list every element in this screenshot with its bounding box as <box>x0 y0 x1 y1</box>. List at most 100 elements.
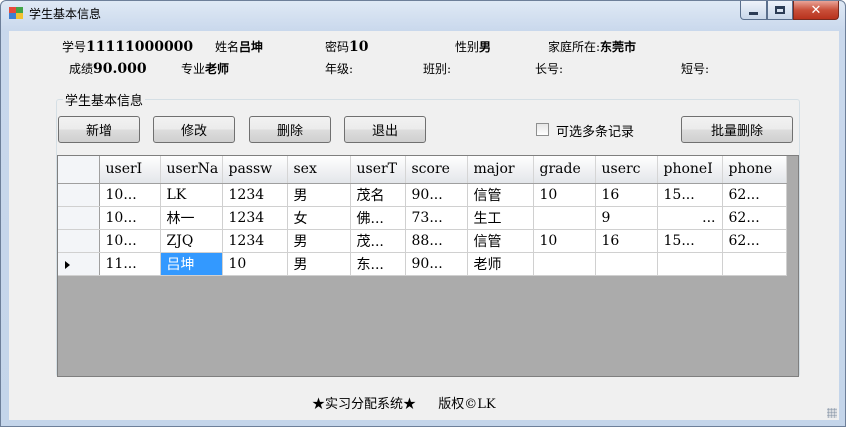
table-cell[interactable]: 1234 <box>222 206 288 230</box>
grid-corner-header[interactable] <box>58 156 100 184</box>
row-header[interactable] <box>58 229 100 253</box>
grid-table: userI userNa passw sex userT score major… <box>58 156 787 276</box>
column-header[interactable]: userc <box>595 156 658 184</box>
class-label: 班别: <box>423 62 452 76</box>
table-cell[interactable]: 10 <box>533 183 596 207</box>
close-icon: ✕ <box>810 2 822 18</box>
main-window: 学生基本信息 ✕ 学号11111000000 姓名吕坤 密码10 性别男 家庭所… <box>0 0 846 427</box>
maximize-button[interactable] <box>767 1 793 20</box>
delete-button[interactable]: 删除 <box>249 116 331 143</box>
table-cell[interactable]: 信管 <box>467 229 534 253</box>
table-cell[interactable]: 16 <box>595 229 658 253</box>
table-cell[interactable]: 10... <box>99 206 161 230</box>
table-cell[interactable]: 男 <box>287 229 351 253</box>
multi-select-label[interactable]: 可选多条记录 <box>556 121 634 140</box>
address-label: 家庭所在: <box>548 40 601 54</box>
column-header[interactable]: major <box>467 156 534 184</box>
column-header[interactable]: phone <box>722 156 787 184</box>
table-cell[interactable]: 林一 <box>160 206 223 230</box>
footer-copyright: 版权©LK <box>438 397 496 412</box>
table-cell[interactable]: ... <box>657 206 723 230</box>
major-field: 专业老师 <box>181 60 229 77</box>
grade-label: 年级: <box>325 62 354 76</box>
multi-select-checkbox[interactable] <box>536 123 549 136</box>
table-cell[interactable]: 16 <box>595 183 658 207</box>
resize-grip[interactable] <box>827 408 837 418</box>
table-cell[interactable] <box>533 252 596 276</box>
student-data-grid[interactable]: userI userNa passw sex userT score major… <box>57 155 799 377</box>
table-cell[interactable]: 62... <box>722 206 787 230</box>
table-cell[interactable]: 73... <box>405 206 468 230</box>
row-header-current[interactable] <box>58 252 100 276</box>
table-row[interactable]: 10... ZJQ 1234 男 茂... 88... 信管 10 16 15.… <box>58 229 787 253</box>
table-cell[interactable]: 10... <box>99 183 161 207</box>
table-cell[interactable]: 90... <box>405 252 468 276</box>
table-cell[interactable]: 佛... <box>350 206 406 230</box>
row-header[interactable] <box>58 183 100 207</box>
column-header[interactable]: userNa <box>160 156 223 184</box>
table-cell[interactable]: 信管 <box>467 183 534 207</box>
column-header[interactable]: sex <box>287 156 351 184</box>
table-cell[interactable]: 茂... <box>350 229 406 253</box>
table-row[interactable]: 10... LK 1234 男 茂名 90... 信管 10 16 15... … <box>58 183 787 207</box>
minimize-button[interactable] <box>740 1 767 20</box>
table-cell[interactable]: 女 <box>287 206 351 230</box>
address-value: 东莞市 <box>600 40 637 54</box>
table-cell[interactable]: 10 <box>533 229 596 253</box>
table-cell[interactable]: 15... <box>657 183 723 207</box>
table-cell[interactable]: 10 <box>222 252 288 276</box>
close-button[interactable]: ✕ <box>793 1 839 20</box>
major-value: 老师 <box>205 62 230 76</box>
footer: ★实习分配系统★ 版权©LK <box>312 393 496 412</box>
table-cell[interactable]: LK <box>160 183 223 207</box>
table-cell[interactable]: 男 <box>287 252 351 276</box>
table-cell[interactable]: 9 <box>595 206 658 230</box>
table-cell[interactable] <box>595 252 658 276</box>
column-header[interactable]: passw <box>222 156 288 184</box>
selected-cell[interactable]: 吕坤 <box>160 252 223 276</box>
table-cell[interactable]: 男 <box>287 183 351 207</box>
table-cell[interactable] <box>533 206 596 230</box>
gender-value: 男 <box>479 40 492 54</box>
row-header[interactable] <box>58 206 100 230</box>
table-cell[interactable]: 88... <box>405 229 468 253</box>
column-header[interactable]: phoneI <box>657 156 723 184</box>
maximize-icon <box>775 6 785 14</box>
column-header[interactable]: userT <box>350 156 406 184</box>
gender-field: 性别男 <box>455 38 491 55</box>
table-row[interactable]: 10... 林一 1234 女 佛... 73... 生工 9 ... 62..… <box>58 206 787 230</box>
column-header[interactable]: score <box>405 156 468 184</box>
table-cell[interactable]: 15... <box>657 229 723 253</box>
title-bar[interactable]: 学生基本信息 ✕ <box>1 1 845 25</box>
batch-delete-button[interactable]: 批量删除 <box>681 116 793 143</box>
table-cell[interactable]: 茂名 <box>350 183 406 207</box>
gender-label: 性别 <box>455 40 480 54</box>
address-field: 家庭所在:东莞市 <box>548 38 636 55</box>
major-label: 专业 <box>181 62 206 76</box>
group-title: 学生基本信息 <box>63 90 146 109</box>
edit-button[interactable]: 修改 <box>153 116 235 143</box>
table-cell[interactable]: 62... <box>722 229 787 253</box>
table-cell[interactable]: 11... <box>99 252 161 276</box>
client-area: 学号11111000000 姓名吕坤 密码10 性别男 家庭所在:东莞市 成绩9… <box>9 31 839 420</box>
score-field: 成绩90.000 <box>69 60 147 77</box>
column-header[interactable]: userI <box>99 156 161 184</box>
table-cell[interactable]: 东... <box>350 252 406 276</box>
table-row-current[interactable]: 11... 吕坤 10 男 东... 90... 老师 <box>58 252 787 276</box>
name-value: 吕坤 <box>239 40 264 54</box>
table-cell[interactable]: ZJQ <box>160 229 223 253</box>
table-cell[interactable]: 1234 <box>222 229 288 253</box>
table-cell[interactable] <box>722 252 787 276</box>
add-button[interactable]: 新增 <box>58 116 140 143</box>
table-cell[interactable]: 62... <box>722 183 787 207</box>
table-cell[interactable]: 1234 <box>222 183 288 207</box>
table-cell[interactable]: 生工 <box>467 206 534 230</box>
exit-button[interactable]: 退出 <box>344 116 426 143</box>
table-cell[interactable]: 10... <box>99 229 161 253</box>
table-cell[interactable]: 90... <box>405 183 468 207</box>
column-header[interactable]: grade <box>533 156 596 184</box>
table-cell[interactable]: 老师 <box>467 252 534 276</box>
table-cell[interactable] <box>657 252 723 276</box>
long-number-label: 长号: <box>535 62 564 76</box>
app-icon <box>9 7 23 19</box>
